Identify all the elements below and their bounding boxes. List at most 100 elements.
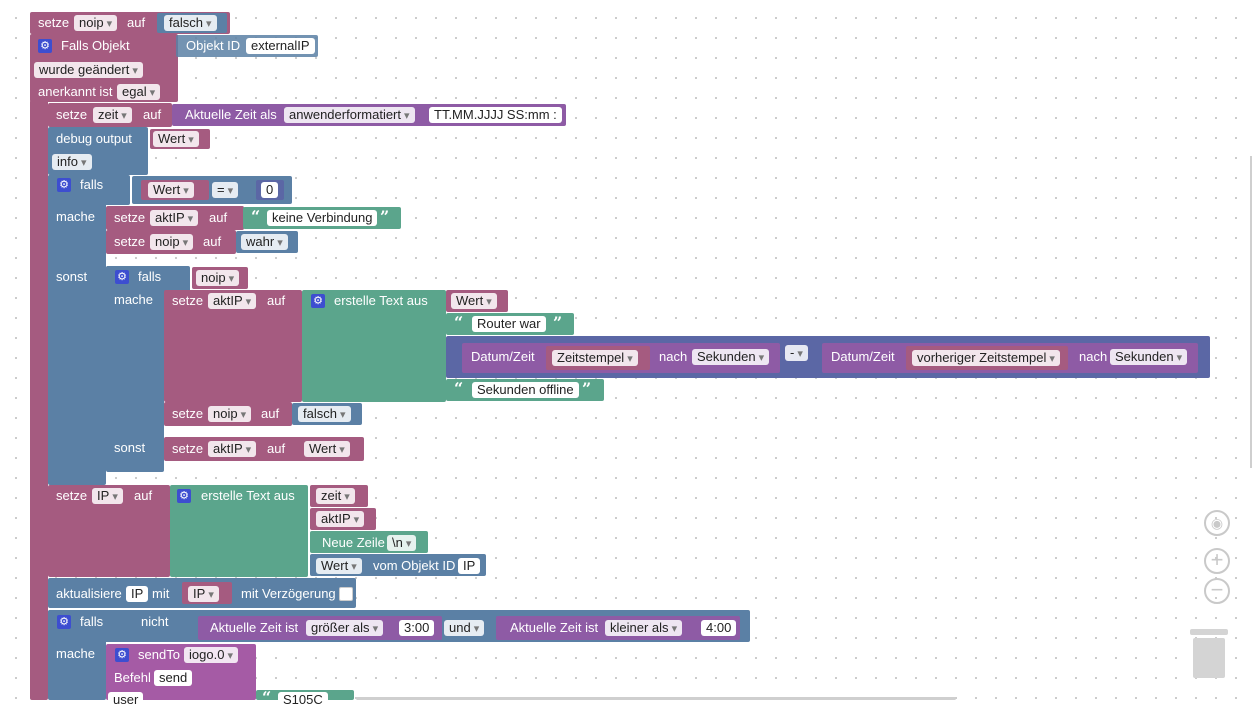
falls-objekt-label: Falls Objekt: [61, 38, 130, 53]
var-dropdown-zeit[interactable]: zeit: [93, 107, 132, 123]
falls-label: falls: [138, 269, 162, 284]
unit-dropdown[interactable]: Sekunden: [1110, 349, 1188, 365]
datum-zeit-label: Datum/Zeit: [831, 349, 895, 364]
join-label: erstelle Text aus: [334, 293, 428, 308]
comparison-dropdown[interactable]: kleiner als: [605, 620, 683, 636]
gear-icon[interactable]: ⚙: [38, 39, 52, 53]
quote-close-icon: ”: [380, 207, 390, 226]
time-field[interactable]: 3:00: [399, 620, 435, 636]
verzoegerung-label: mit Verzögerung: [241, 586, 336, 601]
auf-label: auf: [209, 210, 228, 225]
operator-dropdown[interactable]: =: [212, 182, 239, 198]
var-dropdown-ip[interactable]: IP: [92, 488, 123, 504]
var-dropdown-zeitstempel[interactable]: Zeitstempel: [552, 350, 638, 366]
time-field[interactable]: 4:00: [701, 620, 737, 636]
auf-label: auf: [127, 15, 146, 30]
unit-dropdown[interactable]: Sekunden: [692, 349, 770, 365]
var-dropdown-vorheriger[interactable]: vorheriger Zeitstempel: [912, 350, 1060, 366]
newline-dropdown[interactable]: \n: [387, 535, 417, 551]
quote-close-icon: ”: [553, 313, 563, 332]
neue-zeile-label: Neue Zeile: [322, 535, 385, 550]
instance-dropdown[interactable]: iogo.0: [184, 647, 238, 663]
wert-dropdown[interactable]: Wert: [451, 293, 497, 309]
delay-checkbox[interactable]: [339, 587, 353, 601]
aktuelle-zeit-ist-label: Aktuelle Zeit ist: [510, 620, 599, 635]
number-field[interactable]: 0: [261, 182, 279, 198]
setze-label: setze: [172, 293, 204, 308]
changed-dropdown[interactable]: wurde geändert: [34, 62, 143, 78]
quote-open-icon: “: [262, 688, 272, 707]
gear-icon[interactable]: ⚙: [311, 294, 325, 308]
bool-dropdown-falsch[interactable]: falsch: [298, 406, 351, 422]
objekt-id-field[interactable]: externalIP: [246, 38, 315, 54]
mit-label: mit: [152, 586, 170, 601]
sonst-label: sonst: [114, 440, 146, 455]
falls-label: falls: [80, 614, 104, 629]
command-field[interactable]: send: [154, 670, 193, 686]
block-trigger-body: [30, 100, 48, 700]
comparison-dropdown[interactable]: größer als: [306, 620, 384, 636]
text-field[interactable]: keine Verbindung: [267, 210, 378, 226]
trash-icon[interactable]: [1193, 638, 1225, 678]
gear-icon[interactable]: ⚙: [115, 648, 129, 662]
zoom-out-icon[interactable]: −: [1204, 578, 1230, 604]
nicht-label: nicht: [141, 614, 169, 629]
var-dropdown-aktip[interactable]: aktIP: [316, 511, 365, 527]
quote-open-icon: “: [454, 379, 464, 398]
auf-label: auf: [267, 293, 286, 308]
aktuelle-zeit-label: Aktuelle Zeit als: [185, 107, 277, 122]
wert-dropdown[interactable]: Wert: [316, 558, 362, 574]
format-dropdown[interactable]: anwenderformatiert: [284, 107, 415, 123]
gear-icon[interactable]: ⚙: [115, 270, 129, 284]
user-field[interactable]: user: [108, 692, 144, 708]
target-field[interactable]: IP: [126, 586, 149, 602]
mache-label: mache: [114, 292, 154, 307]
var-dropdown-aktip[interactable]: aktIP: [208, 441, 257, 457]
operator-dropdown[interactable]: -: [785, 345, 808, 361]
var-dropdown-noip[interactable]: noip: [196, 270, 240, 286]
aktualisiere-label: aktualisiere: [56, 586, 122, 601]
recenter-icon[interactable]: ◉: [1204, 510, 1230, 536]
gear-icon[interactable]: ⚙: [57, 615, 71, 629]
var-dropdown-ip[interactable]: IP: [188, 586, 219, 602]
datum-zeit-label: Datum/Zeit: [471, 349, 535, 364]
objekt-id-field[interactable]: IP: [458, 558, 481, 574]
auf-label: auf: [143, 107, 162, 122]
var-dropdown-noip[interactable]: noip: [208, 406, 252, 422]
var-dropdown-aktip[interactable]: aktIP: [208, 293, 257, 309]
log-level-dropdown[interactable]: info: [52, 154, 92, 170]
wert-dropdown[interactable]: Wert: [153, 131, 199, 147]
setze-label: setze: [56, 488, 88, 503]
setze-label: setze: [172, 441, 204, 456]
wert-dropdown[interactable]: Wert: [148, 182, 194, 198]
quote-open-icon: “: [251, 207, 261, 226]
setze-label: setze: [114, 210, 146, 225]
text-field[interactable]: Router war: [472, 316, 546, 332]
var-dropdown-aktip[interactable]: aktIP: [150, 210, 199, 226]
gear-icon[interactable]: ⚙: [177, 489, 191, 503]
wert-dropdown[interactable]: Wert: [304, 441, 350, 457]
objekt-id-label: Objekt ID: [186, 38, 241, 53]
var-dropdown-zeit[interactable]: zeit: [316, 488, 355, 504]
trash-lid-icon[interactable]: [1190, 629, 1228, 635]
falls-label: falls: [80, 177, 104, 192]
logic-dropdown[interactable]: und: [444, 620, 485, 636]
zoom-in-icon[interactable]: +: [1204, 548, 1230, 574]
var-dropdown-noip[interactable]: noip: [74, 15, 118, 31]
aktuelle-zeit-ist-label: Aktuelle Zeit ist: [210, 620, 299, 635]
bool-dropdown-falsch[interactable]: falsch: [164, 15, 217, 31]
vom-objekt-id-label: vom Objekt ID: [373, 558, 456, 573]
mache-label: mache: [56, 646, 96, 661]
befehl-label: Befehl: [114, 670, 151, 685]
debug-output-label: debug output: [56, 131, 132, 146]
bool-dropdown-wahr[interactable]: wahr: [241, 234, 288, 250]
format-pattern-field[interactable]: TT.MM.JJJJ SS:mm :: [429, 107, 562, 123]
var-dropdown-noip[interactable]: noip: [150, 234, 194, 250]
sonst-label: sonst: [56, 269, 88, 284]
setze-label: setze: [56, 107, 88, 122]
text-field[interactable]: Sekunden offline: [472, 382, 579, 398]
ack-dropdown[interactable]: egal: [117, 84, 161, 100]
text-field[interactable]: S105C: [278, 692, 328, 708]
gear-icon[interactable]: ⚙: [57, 178, 71, 192]
sendto-label: sendTo: [138, 647, 180, 662]
